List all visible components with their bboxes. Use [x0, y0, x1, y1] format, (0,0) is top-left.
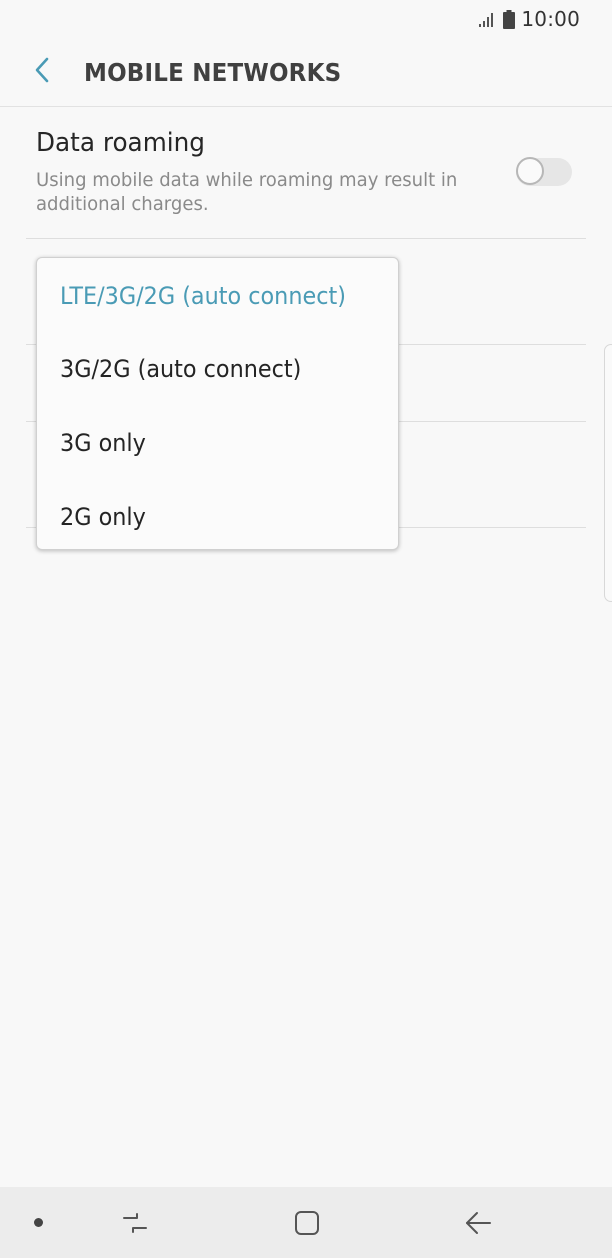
divider — [26, 238, 586, 239]
status-bar: 10:00 — [0, 0, 612, 40]
option-label: 3G only — [60, 429, 146, 457]
status-clock: 10:00 — [521, 7, 580, 31]
recent-apps-button[interactable] — [117, 1205, 153, 1241]
back-arrow-icon — [464, 1211, 492, 1235]
back-button[interactable] — [24, 54, 60, 90]
data-roaming-title: Data roaming — [36, 128, 205, 158]
nav-dot-indicator[interactable] — [34, 1218, 43, 1227]
navigation-bar — [0, 1187, 612, 1258]
option-label: 3G/2G (auto connect) — [60, 355, 302, 383]
network-mode-option-2g-only[interactable]: 2G only — [37, 480, 398, 554]
app-bar: MOBILE NETWORKS — [0, 40, 612, 107]
data-roaming-toggle[interactable] — [516, 157, 572, 186]
network-mode-option-3g-2g[interactable]: 3G/2G (auto connect) — [37, 332, 398, 406]
status-icons: 10:00 — [479, 7, 580, 31]
recent-apps-icon — [121, 1212, 149, 1234]
data-roaming-setting[interactable]: Data roaming Using mobile data while roa… — [36, 128, 586, 228]
toggle-knob — [516, 157, 544, 185]
page-title: MOBILE NETWORKS — [84, 58, 342, 87]
home-button[interactable] — [289, 1205, 325, 1241]
network-mode-option-3g-only[interactable]: 3G only — [37, 406, 398, 480]
home-icon — [294, 1210, 320, 1236]
network-mode-option-lte-3g-2g[interactable]: LTE/3G/2G (auto connect) — [37, 259, 398, 333]
scroll-indicator[interactable] — [604, 344, 612, 602]
data-roaming-description: Using mobile data while roaming may resu… — [36, 169, 458, 215]
option-label: 2G only — [60, 503, 146, 531]
battery-icon — [503, 9, 516, 29]
back-nav-button[interactable] — [460, 1205, 496, 1241]
chevron-left-icon — [34, 57, 50, 88]
network-mode-dropdown: LTE/3G/2G (auto connect) 3G/2G (auto con… — [36, 257, 399, 550]
signal-icon — [479, 11, 497, 27]
option-label: LTE/3G/2G (auto connect) — [60, 282, 346, 310]
